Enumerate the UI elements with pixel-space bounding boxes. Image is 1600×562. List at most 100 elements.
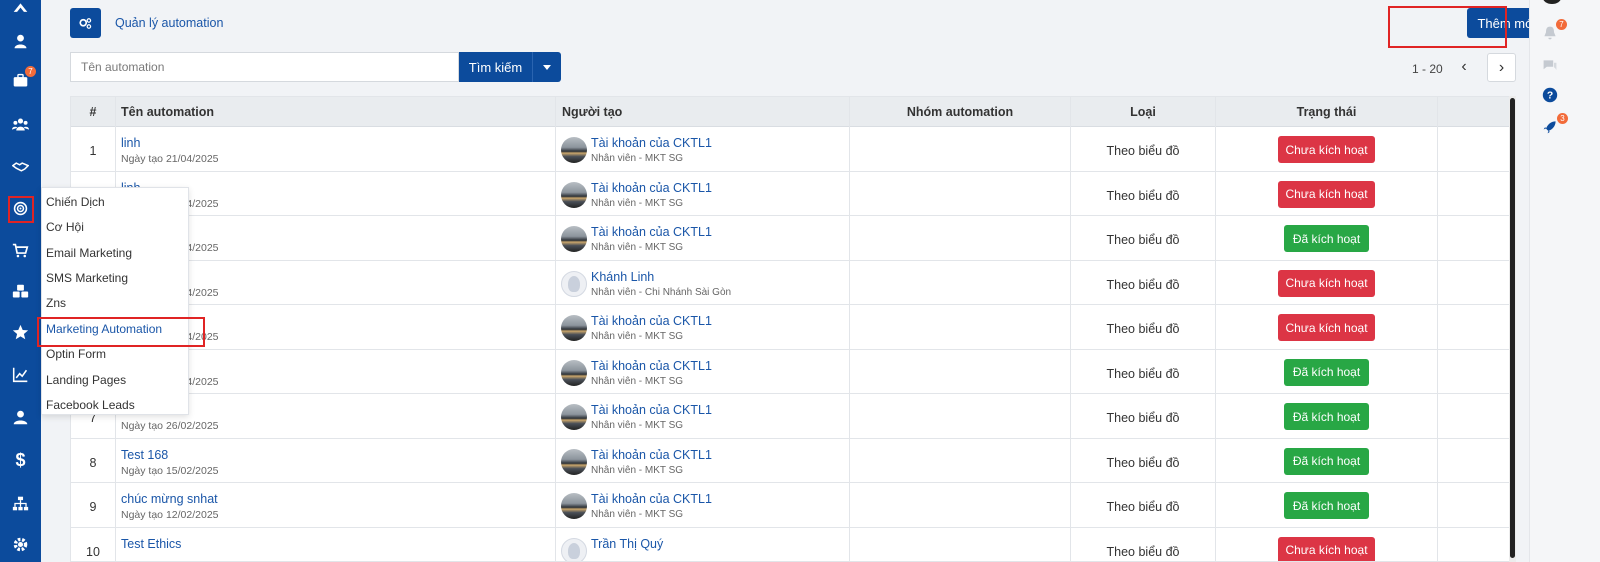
status-button[interactable]: Đã kích hoạt	[1284, 403, 1369, 430]
creator-name-link[interactable]: Tài khoản của CKTL1	[591, 359, 712, 373]
automation-name-link[interactable]: chúc mừng snhat	[121, 492, 218, 506]
table-row[interactable]: 2linhNgày tạo 21/04/2025Tài khoản của CK…	[71, 172, 1515, 216]
table-scrollbar[interactable]	[1509, 96, 1516, 562]
menu-item-email-marketing[interactable]: Email Marketing	[46, 246, 132, 260]
automation-name-link[interactable]: linh	[121, 136, 140, 150]
avatar	[561, 270, 587, 297]
menu-item-optin-form[interactable]: Optin Form	[46, 347, 106, 361]
creator-name-link[interactable]: Trần Thị Quý	[591, 537, 663, 551]
line-chart-icon[interactable]	[0, 360, 41, 388]
created-date: Ngày tạo 15/02/2025	[121, 464, 219, 477]
row-number: 9	[89, 500, 97, 514]
automation-name-link[interactable]: Test Ethics	[121, 537, 181, 551]
menu-item-sms-marketing[interactable]: SMS Marketing	[46, 271, 128, 285]
caret-down-icon	[543, 64, 551, 70]
automation-type: Theo biểu đồ	[1106, 144, 1180, 158]
status-button[interactable]: Chưa kích hoạt	[1278, 536, 1375, 561]
automation-type: Theo biểu đồ	[1106, 188, 1180, 203]
status-button[interactable]: Chưa kích hoạt	[1278, 180, 1375, 208]
gear-icon[interactable]	[0, 530, 41, 558]
search-button[interactable]: Tìm kiếm	[459, 52, 533, 82]
status-button[interactable]: Chưa kích hoạt	[1278, 269, 1375, 297]
row-number: 8	[89, 455, 97, 470]
rocket-icon[interactable]	[1541, 118, 1559, 136]
automation-type: Theo biểu đồ	[1106, 455, 1180, 470]
menu-item-zns[interactable]: Zns	[46, 296, 66, 310]
sitemap-icon[interactable]	[0, 489, 41, 517]
notification-badge: 7	[1556, 19, 1567, 30]
avatar	[561, 359, 587, 386]
creator-role: Nhân viên - Chi Nhánh Sài Gòn	[591, 286, 732, 298]
table-row[interactable]: 4LinhNgày tạo 21/04/2025Khánh LinhNhân v…	[71, 261, 1515, 305]
automation-settings-button[interactable]	[70, 8, 101, 38]
creator-name-link[interactable]: Tài khoản của CKTL1	[591, 136, 712, 150]
prev-page-button[interactable]: ‹	[1450, 53, 1478, 81]
creator-name-link[interactable]: Tài khoản của CKTL1	[591, 314, 712, 328]
automation-name-link[interactable]: Test 168	[121, 448, 168, 462]
table-row[interactable]: 5testNgày tạo 21/04/2025Tài khoản của CK…	[71, 305, 1515, 350]
creator-role: Nhân viên - MKT SG	[591, 242, 684, 253]
avatar	[561, 137, 587, 163]
rocket-badge: 3	[1557, 113, 1568, 124]
status-button[interactable]: Đã kích hoạt	[1284, 225, 1369, 252]
chat-icon[interactable]	[1541, 57, 1559, 75]
automation-type: Theo biểu đồ	[1106, 233, 1180, 247]
creator-role: Nhân viên - MKT SG	[591, 375, 684, 387]
column-header-name[interactable]: Tên automation	[121, 97, 214, 127]
column-header-type[interactable]: Loại	[1071, 97, 1215, 127]
dollar-icon[interactable]: $	[0, 446, 41, 474]
table-header: # Tên automation Người tạo Nhóm automati…	[71, 97, 1515, 127]
menu-item-opportunities[interactable]: Cơ Hội	[46, 220, 84, 234]
row-number: 1	[89, 144, 97, 158]
brand-logo-icon[interactable]	[0, 0, 41, 22]
table-row[interactable]: 10 Test Ethics Trần Thị Quý Theo biểu đồ Chư…	[71, 528, 1515, 561]
status-button[interactable]: Đã kích hoạt	[1284, 358, 1369, 386]
avatar	[561, 181, 587, 208]
column-header-group[interactable]: Nhóm automation	[850, 97, 1070, 127]
automation-type: Theo biểu đồ	[1106, 366, 1180, 381]
menu-item-landing-pages[interactable]: Landing Pages	[46, 373, 126, 387]
next-page-button[interactable]: ›	[1487, 53, 1516, 82]
creator-name-link[interactable]: Tài khoản của CKTL1	[591, 448, 712, 462]
automation-table: # Tên automation Người tạo Nhóm automati…	[70, 96, 1516, 562]
handshake-icon[interactable]	[0, 152, 41, 180]
star-icon[interactable]	[0, 318, 41, 346]
group-icon[interactable]	[0, 110, 41, 138]
table-row[interactable]: 1 linh Ngày tạo 21/04/2025 Tài khoản của CK…	[71, 127, 1515, 172]
menu-item-campaigns[interactable]: Chiến Dịch	[46, 195, 105, 209]
column-header-creator[interactable]: Người tạo	[562, 97, 622, 127]
creator-role: Nhân viên - MKT SG	[591, 464, 684, 476]
left-sidebar: 7 $	[0, 0, 41, 562]
creator-name-link[interactable]: Tài khoản của CKTL1	[591, 492, 712, 506]
menu-item-facebook-leads[interactable]: Facebook Leads	[46, 398, 135, 412]
table-row[interactable]: 8 Test 168 Ngày tạo 15/02/2025 Tài khoản củ…	[71, 439, 1515, 483]
search-options-dropdown[interactable]	[533, 52, 561, 82]
status-button[interactable]: Đã kích hoạt	[1284, 492, 1369, 519]
search-input[interactable]	[70, 52, 459, 82]
column-header-status[interactable]: Trạng thái	[1216, 97, 1437, 127]
cubes-icon[interactable]	[0, 277, 41, 305]
creator-name-link[interactable]: Tài khoản của CKTL1	[591, 181, 712, 195]
marketing-submenu: Chiến Dịch Cơ Hội Email Marketing SMS Ma…	[41, 187, 189, 415]
page-title: Quản lý automation	[115, 16, 224, 30]
status-button[interactable]: Chưa kích hoạt	[1278, 136, 1375, 163]
user-icon[interactable]	[0, 27, 41, 55]
avatar	[561, 448, 587, 475]
creator-name-link[interactable]: Khánh Linh	[591, 270, 654, 284]
table-row[interactable]: 6testNgày tạo 21/04/2025Tài khoản của CK…	[71, 350, 1515, 394]
user-tie-icon[interactable]	[0, 403, 41, 431]
creator-name-link[interactable]: Tài khoản của CKTL1	[591, 403, 712, 417]
table-row[interactable]: 9 chúc mừng snhat Ngày tạo 12/02/2025 Tài k…	[71, 483, 1515, 528]
creator-name-link[interactable]: Tài khoản của CKTL1	[591, 225, 712, 239]
table-row[interactable]: 7testNgày tạo 26/02/2025Tài khoản của CK…	[71, 394, 1515, 439]
status-button[interactable]: Đã kích hoạt	[1284, 447, 1369, 475]
creator-role: Nhân viên - MKT SG	[591, 153, 684, 164]
automation-type: Theo biểu đồ	[1106, 277, 1180, 292]
automation-type: Theo biểu đồ	[1106, 411, 1180, 425]
table-row[interactable]: 3TESTNgày tạo 21/04/2025Tài khoản của CK…	[71, 216, 1515, 261]
scrollbar-thumb[interactable]	[1510, 98, 1515, 558]
avatar[interactable]	[1543, 0, 1561, 4]
help-icon[interactable]: ?	[1541, 86, 1559, 104]
status-button[interactable]: Chưa kích hoạt	[1278, 314, 1375, 341]
cart-icon[interactable]	[0, 236, 41, 264]
